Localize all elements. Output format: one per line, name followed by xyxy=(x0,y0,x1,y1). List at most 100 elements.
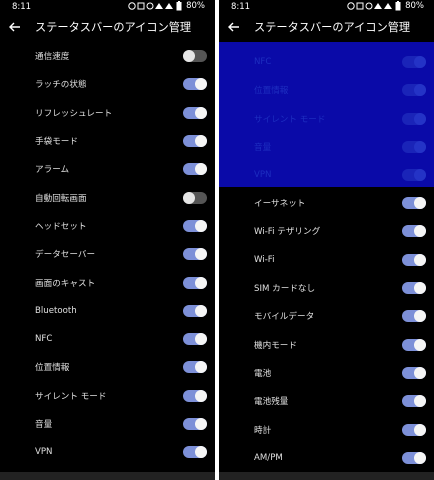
navigation-bar xyxy=(0,472,215,480)
toggle-switch[interactable] xyxy=(402,141,426,154)
toggle-switch[interactable] xyxy=(183,106,207,119)
setting-row[interactable]: 機内モード xyxy=(219,330,434,358)
setting-row[interactable]: 手袋モード xyxy=(0,127,215,155)
setting-row[interactable]: VPN xyxy=(219,161,434,189)
setting-label: モバイルデータ xyxy=(254,312,315,323)
toggle-knob xyxy=(195,163,207,176)
page-title: ステータスバーのアイコン管理 xyxy=(35,21,192,34)
status-bar: 8:11 80% xyxy=(0,0,215,14)
app-bar: ステータスバーのアイコン管理 xyxy=(0,14,215,42)
setting-label: 自動回転画面 xyxy=(35,193,87,204)
setting-label: VPN xyxy=(35,447,53,458)
toggle-switch[interactable] xyxy=(183,163,207,176)
toggle-switch[interactable] xyxy=(183,248,207,261)
page-title: ステータスバーのアイコン管理 xyxy=(254,21,411,34)
setting-row[interactable]: イーサネット xyxy=(219,189,434,217)
setting-row[interactable]: アラーム xyxy=(0,155,215,183)
toggle-switch[interactable] xyxy=(183,276,207,289)
toggle-switch[interactable] xyxy=(183,361,207,374)
setting-row[interactable]: ラッチの状態 xyxy=(0,70,215,98)
toggle-knob xyxy=(195,333,207,346)
setting-label: 音量 xyxy=(35,420,53,430)
setting-row[interactable]: 電池残量 xyxy=(219,387,434,415)
setting-row[interactable]: 通信速度 xyxy=(0,42,215,70)
toggle-switch[interactable] xyxy=(402,338,426,351)
setting-label: 音量 xyxy=(254,143,272,154)
setting-row[interactable]: リフレッシュレート xyxy=(0,99,215,127)
toggle-switch[interactable] xyxy=(402,112,426,125)
toggle-switch[interactable] xyxy=(183,389,207,402)
battery-percent: 80% xyxy=(405,1,424,11)
setting-row[interactable]: 位置情報 xyxy=(219,76,434,104)
toggle-switch[interactable] xyxy=(402,366,426,379)
setting-label: 通信速度 xyxy=(35,52,70,63)
setting-row[interactable]: データセーバー xyxy=(0,240,215,268)
toggle-switch[interactable] xyxy=(402,451,426,464)
toggle-switch[interactable] xyxy=(183,418,207,430)
toggle-switch[interactable] xyxy=(402,169,426,182)
setting-label: Wi-Fi テザリング xyxy=(254,227,321,238)
toggle-knob xyxy=(195,446,207,459)
settings-list: 通信速度 ラッチの状態 リフレッシュレート 手袋モード アラーム 自動回転画面 … xyxy=(0,42,215,466)
setting-row[interactable]: Bluetooth xyxy=(0,297,215,325)
toggle-knob xyxy=(414,84,426,97)
setting-row[interactable]: 電池 xyxy=(219,359,434,387)
toggle-switch[interactable] xyxy=(183,191,207,204)
setting-row[interactable]: VPN xyxy=(0,438,215,466)
setting-row[interactable]: NFC xyxy=(219,48,434,76)
setting-row[interactable]: 自動回転画面 xyxy=(0,183,215,211)
setting-label: Wi-Fi xyxy=(254,254,275,265)
setting-label: AM/PM xyxy=(254,452,283,463)
toggle-switch[interactable] xyxy=(402,84,426,97)
highlighted-settings-list: NFC 位置情報 サイレント モード 音量 VPN xyxy=(219,48,434,189)
toggle-switch[interactable] xyxy=(402,395,426,408)
setting-label: リフレッシュレート xyxy=(35,108,113,119)
left-screen: 8:11 80% ステータスバーのアイコン管理 通信速度 ラッチの状態 リフレッ… xyxy=(0,0,215,480)
battery-icon xyxy=(395,1,401,11)
status-bar: 8:11 80% xyxy=(219,0,434,14)
toggle-switch[interactable] xyxy=(402,225,426,238)
app-bar: ステータスバーのアイコン管理 xyxy=(219,14,434,42)
setting-label: Bluetooth xyxy=(35,305,77,316)
setting-row[interactable]: ヘッドセット xyxy=(0,212,215,240)
toggle-switch[interactable] xyxy=(183,50,207,63)
setting-row[interactable]: 音量 xyxy=(219,133,434,161)
setting-row[interactable]: SIM カードなし xyxy=(219,274,434,302)
battery-percent: 80% xyxy=(186,1,205,11)
setting-row[interactable]: Wi-Fi xyxy=(219,246,434,274)
setting-row[interactable]: サイレント モード xyxy=(0,382,215,410)
setting-label: NFC xyxy=(254,57,272,68)
toggle-switch[interactable] xyxy=(183,78,207,91)
toggle-knob xyxy=(195,389,207,402)
toggle-switch[interactable] xyxy=(402,197,426,210)
status-icons: 80% xyxy=(128,1,205,11)
setting-row[interactable]: 位置情報 xyxy=(0,353,215,381)
toggle-switch[interactable] xyxy=(402,423,426,436)
toggle-switch[interactable] xyxy=(183,333,207,346)
notification-icons xyxy=(128,2,174,10)
setting-row[interactable]: AM/PM xyxy=(219,444,434,472)
setting-row[interactable]: モバイルデータ xyxy=(219,302,434,330)
setting-row[interactable]: NFC xyxy=(0,325,215,353)
setting-row[interactable]: サイレント モード xyxy=(219,105,434,133)
back-arrow-icon[interactable] xyxy=(8,20,22,34)
back-arrow-icon[interactable] xyxy=(227,20,241,34)
toggle-switch[interactable] xyxy=(183,135,207,148)
toggle-switch[interactable] xyxy=(183,446,207,459)
highlight-overlay: NFC 位置情報 サイレント モード 音量 VPN xyxy=(219,42,434,187)
toggle-switch[interactable] xyxy=(402,253,426,266)
setting-row[interactable]: 画面のキャスト xyxy=(0,268,215,296)
toggle-knob xyxy=(414,56,426,69)
toggle-switch[interactable] xyxy=(402,282,426,295)
setting-row[interactable]: Wi-Fi テザリング xyxy=(219,217,434,245)
toggle-switch[interactable] xyxy=(402,310,426,323)
setting-label: 手袋モード xyxy=(35,137,78,148)
toggle-switch[interactable] xyxy=(183,304,207,317)
setting-row[interactable]: 時計 xyxy=(219,415,434,443)
toggle-knob xyxy=(414,225,426,238)
toggle-knob xyxy=(414,282,426,295)
toggle-switch[interactable] xyxy=(402,56,426,69)
setting-row[interactable]: 音量 xyxy=(0,410,215,438)
toggle-switch[interactable] xyxy=(183,219,207,232)
setting-label: NFC xyxy=(35,334,53,345)
